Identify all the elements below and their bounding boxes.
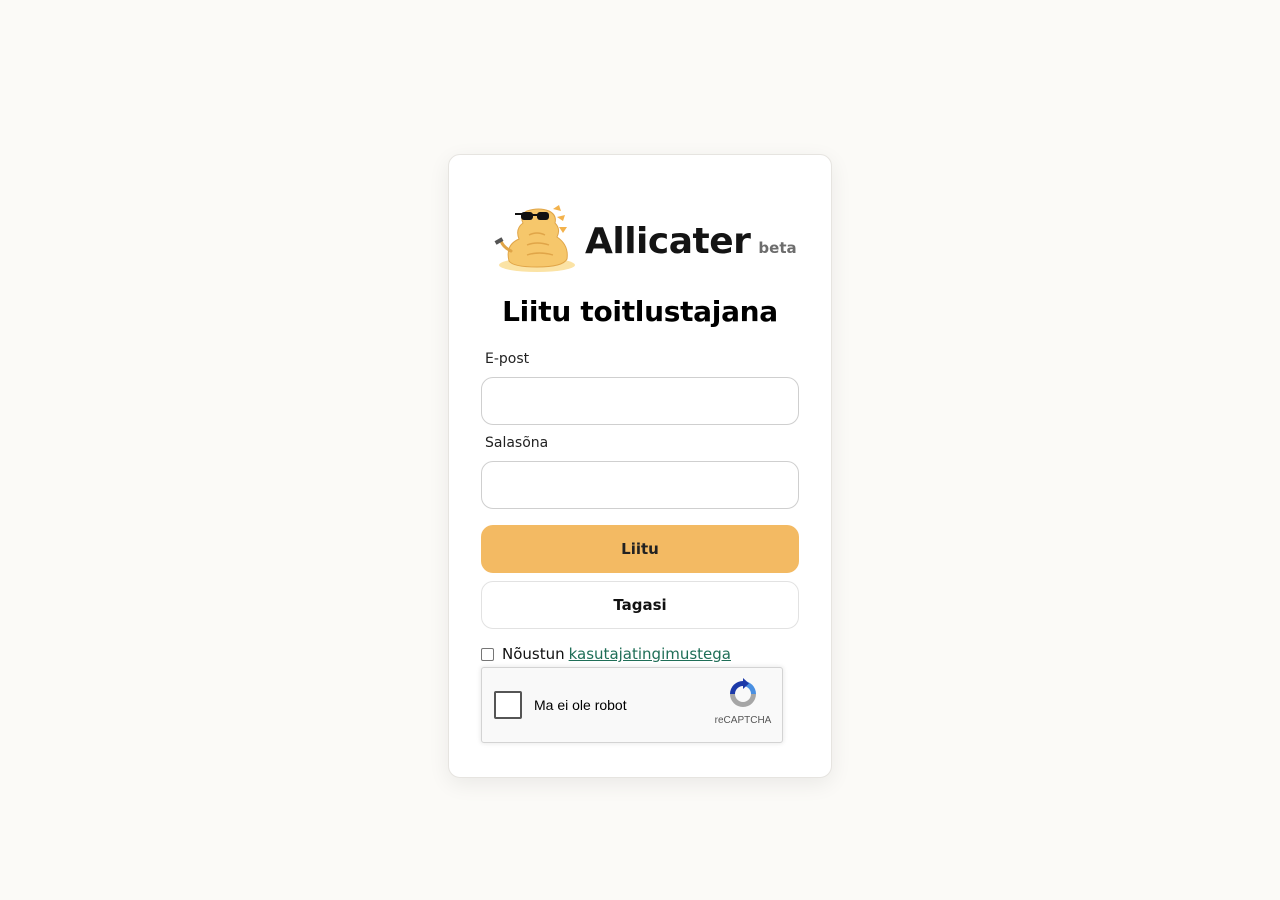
brand-header: Allicater beta	[493, 201, 797, 275]
brand-name: Allicater	[585, 220, 751, 262]
recaptcha-logo-icon	[730, 678, 756, 707]
recaptcha-brand: reCAPTCHA	[714, 715, 772, 726]
terms-link[interactable]: kasutajatingimustega	[569, 645, 731, 663]
terms-checkbox[interactable]	[481, 647, 494, 661]
recaptcha-label: Ma ei ole robot	[534, 697, 627, 713]
terms-row: Nõustun kasutajatingimustega	[481, 645, 731, 663]
signup-card: Allicater beta Liitu toitlustajana E-pos…	[448, 154, 832, 778]
email-label: E-post	[485, 351, 530, 367]
terms-prefix: Nõustun	[502, 645, 565, 663]
recaptcha-widget: Ma ei ole robot reCAPTCHA	[481, 667, 783, 743]
page-title: Liitu toitlustajana	[502, 295, 778, 328]
beta-badge: beta	[758, 239, 797, 257]
email-field[interactable]	[481, 377, 799, 425]
alligator-mascot-icon	[494, 205, 575, 272]
join-button[interactable]: Liitu	[481, 525, 799, 573]
recaptcha-checkbox[interactable]	[494, 691, 522, 719]
password-label: Salasõna	[485, 435, 549, 451]
password-field[interactable]	[481, 461, 799, 509]
back-button[interactable]: Tagasi	[481, 581, 799, 629]
